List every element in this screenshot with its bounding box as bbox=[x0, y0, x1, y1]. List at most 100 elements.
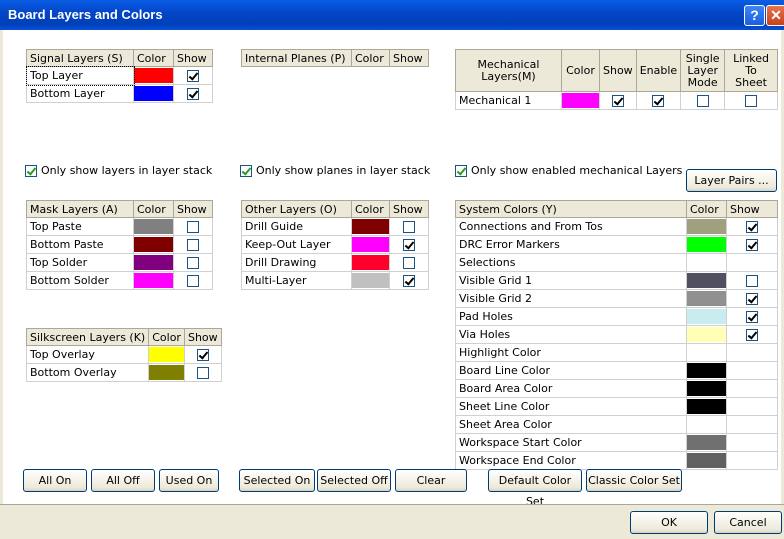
table-row[interactable]: Bottom Overlay bbox=[25, 363, 222, 382]
show-cell[interactable] bbox=[726, 379, 778, 398]
color-cell[interactable] bbox=[686, 253, 727, 272]
show-cell[interactable] bbox=[726, 235, 778, 254]
show-cell[interactable] bbox=[726, 433, 778, 452]
color-swatch[interactable] bbox=[687, 291, 726, 306]
color-cell[interactable] bbox=[686, 217, 727, 236]
show-checkbox[interactable] bbox=[187, 257, 199, 269]
checkbox[interactable] bbox=[455, 164, 467, 177]
color-swatch[interactable] bbox=[352, 219, 389, 234]
show-cell[interactable] bbox=[173, 66, 213, 85]
color-cell[interactable] bbox=[686, 235, 727, 254]
selected-off-button[interactable]: Selected Off bbox=[317, 469, 391, 492]
show-cell[interactable] bbox=[173, 271, 213, 290]
color-cell[interactable] bbox=[148, 345, 185, 364]
show-cell[interactable] bbox=[389, 217, 429, 236]
show-checkbox[interactable] bbox=[652, 95, 665, 107]
color-swatch[interactable] bbox=[562, 93, 599, 108]
color-swatch[interactable] bbox=[134, 86, 173, 101]
table-row[interactable]: Sheet Line Color bbox=[455, 397, 778, 416]
show-cell[interactable] bbox=[726, 253, 778, 272]
only-show-enabled-mech-option[interactable]: Only show enabled mechanical Layers bbox=[455, 164, 682, 177]
show-cell[interactable] bbox=[726, 397, 778, 416]
selected-on-button[interactable]: Selected On bbox=[239, 469, 315, 492]
show-checkbox[interactable] bbox=[746, 311, 758, 323]
color-cell[interactable] bbox=[351, 271, 390, 290]
color-swatch[interactable] bbox=[134, 237, 173, 252]
color-swatch[interactable] bbox=[687, 237, 726, 252]
show-cell[interactable] bbox=[726, 289, 778, 308]
cancel-button[interactable]: Cancel bbox=[714, 511, 782, 534]
show-cell[interactable] bbox=[635, 91, 682, 110]
show-checkbox[interactable] bbox=[746, 329, 758, 341]
show-cell[interactable] bbox=[173, 253, 213, 272]
used-on-button[interactable]: Used On bbox=[159, 469, 219, 492]
table-row[interactable]: Top Solder bbox=[26, 253, 213, 272]
table-row[interactable]: Top Overlay bbox=[25, 345, 222, 364]
color-swatch[interactable] bbox=[687, 255, 726, 270]
table-row[interactable]: Drill Drawing bbox=[241, 253, 429, 272]
color-cell[interactable] bbox=[351, 217, 390, 236]
show-checkbox[interactable] bbox=[187, 221, 199, 233]
show-checkbox[interactable] bbox=[745, 95, 758, 107]
show-checkbox[interactable] bbox=[611, 95, 624, 107]
show-cell[interactable] bbox=[724, 91, 778, 110]
color-cell[interactable] bbox=[561, 91, 600, 110]
table-row[interactable]: Highlight Color bbox=[455, 343, 778, 362]
show-checkbox[interactable] bbox=[196, 367, 209, 379]
color-swatch[interactable] bbox=[687, 273, 726, 288]
color-swatch[interactable] bbox=[687, 381, 726, 396]
show-cell[interactable] bbox=[726, 325, 778, 344]
color-swatch[interactable] bbox=[352, 255, 389, 270]
table-row[interactable]: Visible Grid 2 bbox=[455, 289, 778, 308]
show-checkbox[interactable] bbox=[403, 239, 415, 251]
only-show-planes-option[interactable]: Only show planes in layer stack bbox=[240, 164, 430, 177]
color-cell[interactable] bbox=[686, 379, 727, 398]
table-row[interactable]: Connections and From Tos bbox=[455, 217, 778, 236]
color-cell[interactable] bbox=[133, 217, 174, 236]
show-cell[interactable] bbox=[726, 343, 778, 362]
color-cell[interactable] bbox=[133, 253, 174, 272]
table-row[interactable]: Keep-Out Layer bbox=[241, 235, 429, 254]
table-row[interactable]: Visible Grid 1 bbox=[455, 271, 778, 290]
all-on-button[interactable]: All On bbox=[23, 469, 87, 492]
show-checkbox[interactable] bbox=[403, 257, 415, 269]
default-color-set-button[interactable]: Default Color Set bbox=[488, 469, 582, 508]
show-cell[interactable] bbox=[726, 271, 778, 290]
show-cell[interactable] bbox=[183, 345, 222, 364]
color-swatch[interactable] bbox=[352, 237, 389, 252]
show-cell[interactable] bbox=[173, 84, 213, 103]
color-swatch[interactable] bbox=[134, 273, 173, 288]
table-row[interactable]: Via Holes bbox=[455, 325, 778, 344]
color-swatch[interactable] bbox=[134, 219, 173, 234]
show-cell[interactable] bbox=[389, 271, 429, 290]
table-row[interactable]: Board Area Color bbox=[455, 379, 778, 398]
show-checkbox[interactable] bbox=[403, 275, 415, 287]
color-cell[interactable] bbox=[133, 84, 174, 103]
table-row[interactable]: Top Paste bbox=[26, 217, 213, 236]
layer-pairs-button[interactable]: Layer Pairs ... bbox=[686, 169, 777, 192]
show-cell[interactable] bbox=[726, 217, 778, 236]
show-cell[interactable] bbox=[726, 415, 778, 434]
table-row[interactable]: Multi-Layer bbox=[241, 271, 429, 290]
color-swatch[interactable] bbox=[149, 347, 184, 362]
show-cell[interactable] bbox=[726, 451, 778, 470]
show-checkbox[interactable] bbox=[746, 239, 758, 251]
show-cell[interactable] bbox=[599, 91, 637, 110]
table-row[interactable]: Workspace Start Color bbox=[455, 433, 778, 452]
color-cell[interactable] bbox=[351, 253, 390, 272]
color-cell[interactable] bbox=[133, 271, 174, 290]
table-row[interactable]: Mechanical 1 bbox=[455, 91, 778, 110]
show-checkbox[interactable] bbox=[187, 275, 199, 287]
checkbox[interactable] bbox=[240, 164, 252, 177]
color-cell[interactable] bbox=[148, 363, 185, 382]
show-cell[interactable] bbox=[680, 91, 726, 110]
table-row[interactable]: Drill Guide bbox=[241, 217, 429, 236]
show-checkbox[interactable] bbox=[696, 95, 709, 107]
show-checkbox[interactable] bbox=[187, 70, 199, 82]
close-icon[interactable]: ✕ bbox=[766, 5, 784, 26]
color-cell[interactable] bbox=[686, 415, 727, 434]
table-row[interactable]: Top Layer bbox=[25, 65, 213, 86]
table-row[interactable]: Selections bbox=[455, 253, 778, 272]
color-swatch[interactable] bbox=[687, 453, 726, 468]
show-cell[interactable] bbox=[389, 235, 429, 254]
